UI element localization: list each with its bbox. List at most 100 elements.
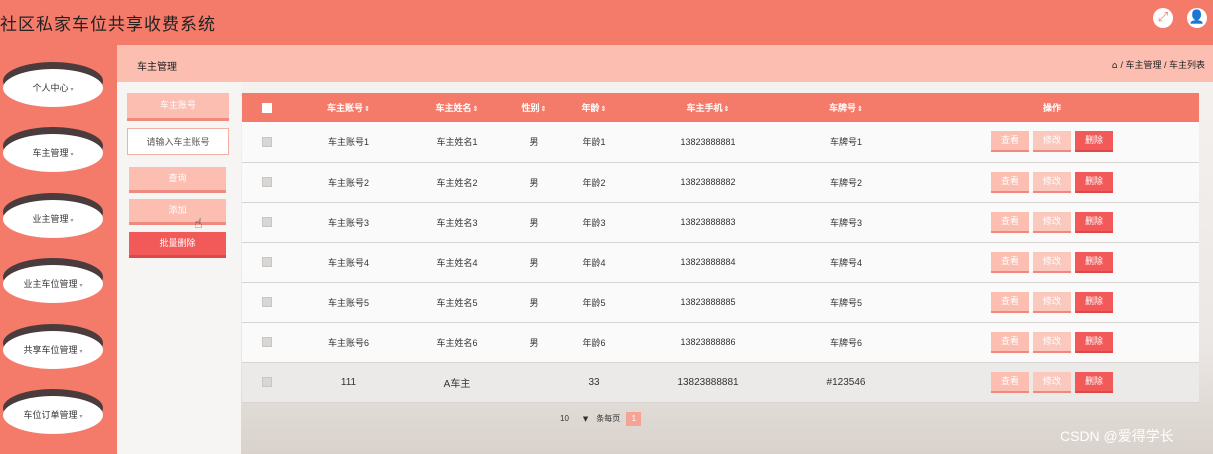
sort-icon[interactable]: ⇕ (473, 106, 479, 113)
edit-button[interactable]: 修改 (1033, 171, 1071, 193)
cell-plate: 车牌号5 (829, 297, 862, 308)
cell-gender: 男 (529, 177, 539, 188)
watermark: CSDN @爱得学长 (1060, 428, 1174, 444)
column-header[interactable]: 车主手机⇕ (629, 93, 787, 122)
page-size-select[interactable]: 10 (560, 414, 569, 423)
view-button[interactable]: 查看 (991, 131, 1029, 153)
cell-account: 车主账号3 (327, 217, 369, 228)
row-checkbox[interactable] (262, 297, 272, 308)
sidebar: 个人中心 ▾ 车主管理 ▾ 业主管理 ▾ 业主车位管理 ▾ 共享车位管理 ▾ 车位订单管理… (0, 45, 117, 454)
current-page-button[interactable]: 1 (626, 412, 642, 426)
delete-button[interactable]: 删除 (1075, 211, 1113, 233)
cell-plate: #123546 (826, 376, 866, 388)
cell-gender: 男 (529, 137, 539, 148)
sidebar-item-shared-space-management[interactable]: 共享车位管理 ▾ (3, 324, 103, 369)
row-checkbox[interactable] (262, 377, 272, 388)
page-title: 车主管理 (137, 62, 177, 73)
row-checkbox[interactable] (262, 337, 272, 348)
view-button[interactable]: 查看 (991, 291, 1029, 313)
table-row: 车主账号1 车主姓名1 男 年龄1 13823888881 车牌号1 查看 修改删… (242, 122, 1199, 162)
cell-account: 车主账号2 (327, 177, 369, 188)
sort-icon[interactable]: ⇕ (541, 106, 547, 113)
delete-button[interactable]: 删除 (1075, 251, 1113, 273)
cell-gender (509, 362, 559, 402)
cell-plate: 车牌号1 (829, 137, 862, 148)
chevron-down-icon: ▾ (79, 414, 83, 420)
table-row: 车主账号3 车主姓名3 男 年龄3 13823888883 车牌号3 查看 修改删… (242, 202, 1199, 242)
row-checkbox[interactable] (262, 137, 272, 148)
sidebar-item-order-management[interactable]: 车位订单管理 ▾ (3, 389, 103, 434)
add-button[interactable]: 添加 (129, 199, 226, 225)
cell-account: 车主账号5 (327, 297, 369, 308)
cell-account: 车主账号6 (327, 337, 369, 348)
delete-button[interactable]: 删除 (1075, 291, 1113, 313)
cell-name: 车主姓名6 (436, 337, 478, 348)
cell-account: 车主账号1 (327, 137, 369, 148)
delete-button[interactable]: 删除 (1075, 171, 1113, 193)
home-icon[interactable]: ⌂ (1112, 61, 1118, 71)
column-header[interactable]: 车主姓名⇕ (405, 93, 509, 122)
user-icon[interactable]: 👤 (1187, 8, 1207, 28)
delete-button[interactable]: 删除 (1075, 331, 1113, 353)
sidebar-item-personal-center[interactable]: 个人中心 ▾ (3, 62, 103, 107)
select-all-checkbox[interactable] (262, 102, 272, 113)
expand-icon[interactable]: ⤢ (1153, 8, 1173, 28)
sort-icon[interactable]: ⇕ (364, 106, 370, 113)
view-button[interactable]: 查看 (991, 331, 1029, 353)
row-checkbox[interactable] (262, 177, 272, 188)
delete-button[interactable]: 删除 (1075, 131, 1113, 153)
column-header: 操作 (1042, 103, 1061, 113)
chevron-down-icon: ▾ (79, 283, 83, 289)
cell-account: 车主账号4 (327, 257, 369, 268)
table-row: 车主账号2 车主姓名2 男 年龄2 13823888882 车牌号2 查看 修改删… (242, 162, 1199, 202)
edit-button[interactable]: 修改 (1033, 131, 1071, 153)
cell-gender: 男 (529, 337, 539, 348)
row-checkbox[interactable] (262, 217, 272, 228)
edit-button[interactable]: 修改 (1033, 291, 1071, 313)
cell-age: 年龄5 (582, 297, 606, 308)
sort-icon[interactable]: ⇕ (857, 106, 863, 113)
chevron-down-icon[interactable]: ▼ (583, 415, 588, 423)
column-header[interactable]: 年龄⇕ (559, 93, 629, 122)
cell-phone: 13823888886 (680, 337, 736, 347)
chevron-down-icon: ▾ (79, 349, 83, 355)
cell-phone: 13823888884 (680, 257, 736, 267)
cell-age: 33 (588, 376, 600, 388)
search-input[interactable] (127, 128, 229, 155)
bulk-delete-button[interactable]: 批量删除 (129, 232, 226, 258)
cell-age: 年龄2 (582, 177, 606, 188)
edit-button[interactable]: 修改 (1033, 371, 1071, 393)
edit-button[interactable]: 修改 (1033, 211, 1071, 233)
cell-name: 车主姓名3 (436, 217, 478, 228)
pagination: 10 ▼ 条每页 1 (560, 412, 642, 426)
view-button[interactable]: 查看 (991, 171, 1029, 193)
table-row: 车主账号4 车主姓名4 男 年龄4 13823888884 车牌号4 查看 修改删… (242, 242, 1199, 282)
view-button[interactable]: 查看 (991, 371, 1029, 393)
chevron-down-icon: ▾ (70, 152, 74, 158)
sidebar-item-resident-management[interactable]: 业主管理 ▾ (3, 193, 103, 238)
edit-button[interactable]: 修改 (1033, 251, 1071, 273)
query-button[interactable]: 查询 (129, 167, 226, 193)
per-page-label: 条每页 (596, 414, 621, 424)
sort-icon[interactable]: ⇕ (601, 106, 607, 113)
edit-button[interactable]: 修改 (1033, 331, 1071, 353)
chevron-down-icon: ▾ (70, 218, 74, 224)
row-checkbox[interactable] (262, 257, 272, 268)
filter-label: 车主账号 (127, 93, 229, 121)
column-header[interactable]: 车主账号⇕ (292, 93, 405, 122)
sidebar-item-resident-space-management[interactable]: 业主车位管理 ▾ (3, 258, 103, 303)
breadcrumb-text[interactable]: / 车主管理 / 车主列表 (1120, 60, 1205, 70)
cell-age: 年龄3 (582, 217, 606, 228)
view-button[interactable]: 查看 (991, 251, 1029, 273)
sort-icon[interactable]: ⇕ (724, 106, 730, 113)
sidebar-item-owner-management[interactable]: 车主管理 ▾ (3, 127, 103, 172)
cell-phone: 13823888882 (680, 177, 736, 187)
owner-table: 车主账号⇕ 车主姓名⇕ 性别⇕ 年龄⇕ 车主手机⇕ 车牌号⇕ 操作 车主账号1 … (242, 93, 1199, 403)
delete-button[interactable]: 删除 (1075, 371, 1113, 393)
cell-account: 111 (340, 376, 357, 388)
cell-phone: 13823888885 (680, 297, 736, 307)
column-header[interactable]: 性别⇕ (509, 93, 559, 122)
view-button[interactable]: 查看 (991, 211, 1029, 233)
column-header[interactable]: 车牌号⇕ (787, 93, 905, 122)
cell-name: 车主姓名1 (436, 137, 478, 148)
